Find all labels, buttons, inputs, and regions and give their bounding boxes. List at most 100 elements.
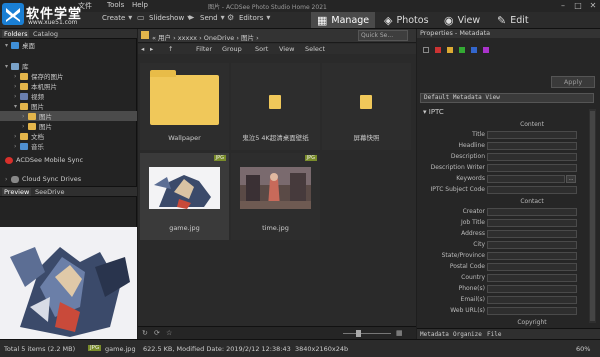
address-field[interactable] (487, 230, 577, 238)
folder-icon (20, 82, 28, 90)
label-checkbox[interactable] (423, 47, 429, 53)
purple-label-swatch[interactable] (483, 47, 489, 53)
view-menu[interactable]: View (279, 45, 294, 53)
tab-file[interactable]: File (487, 331, 501, 338)
job-title-field[interactable] (487, 219, 577, 227)
description-writer-field[interactable] (487, 164, 577, 172)
quick-search-input[interactable]: Quick Se... (358, 30, 408, 41)
refresh-icon[interactable]: ⟳ (154, 329, 160, 337)
iptc-subject-code-field[interactable] (487, 186, 577, 194)
maximize-icon[interactable]: □ (571, 0, 585, 11)
tab-organize[interactable]: Organize (453, 331, 482, 338)
grid-view-icon[interactable]: ▦ (396, 329, 403, 337)
thumbnail-item[interactable]: 鬼泣5 4K超清桌面壁纸 (231, 63, 320, 150)
description-field[interactable] (487, 153, 577, 161)
tree-item-library[interactable]: ▾ 库 (0, 61, 137, 71)
music-folder-icon (20, 142, 28, 150)
tree-item-pictures[interactable]: ▾ 图片 (0, 101, 137, 111)
tree-item-documents[interactable]: › 文档 (0, 131, 137, 141)
forward-icon[interactable]: ▸ (150, 45, 153, 53)
apply-button[interactable]: Apply (551, 76, 595, 88)
minimize-icon[interactable]: – (556, 0, 570, 11)
postal-code-field[interactable] (487, 263, 577, 271)
metadata-view-select[interactable]: Default Metadata View (420, 93, 594, 103)
tab-catalog[interactable]: Catalog (31, 30, 60, 38)
keywords-field[interactable] (487, 175, 565, 183)
country-field[interactable] (487, 274, 577, 282)
thumbnail-caption: 屏幕快照 (353, 134, 380, 142)
breadcrumb[interactable]: « 用户 › xxxxx › OneDrive › 图片 › (152, 32, 259, 42)
tab-photos[interactable]: ◈ Photos (378, 12, 435, 28)
tree-item-mobile-sync[interactable]: ACDSee Mobile Sync (0, 155, 137, 165)
creator-field[interactable] (487, 208, 577, 216)
tab-metadata[interactable]: Metadata (420, 331, 449, 338)
tree-item-music[interactable]: › 音乐 (0, 141, 137, 151)
title-field[interactable] (487, 131, 577, 139)
logo-icon (2, 3, 24, 25)
tree-label: 图片 (39, 113, 52, 121)
tree-label: 音乐 (31, 143, 44, 151)
headline-field[interactable] (487, 142, 577, 150)
field-label: Description (450, 153, 485, 160)
folder-icon (141, 31, 149, 39)
favorite-icon[interactable]: ☆ (166, 329, 172, 337)
tree-item-saved-pictures[interactable]: › 保存的图片 (0, 71, 137, 81)
field-label: Email(s) (460, 296, 485, 303)
tab-manage[interactable]: ▦ Manage (311, 12, 376, 28)
menu-help[interactable]: Help (132, 1, 148, 9)
green-label-swatch[interactable] (459, 47, 465, 53)
slider-handle[interactable] (356, 330, 361, 337)
thumbnail-item[interactable]: JPG game.jpg (140, 153, 229, 240)
scrollbar[interactable] (589, 109, 596, 323)
folder-icon (269, 95, 281, 109)
select-menu[interactable]: Select (305, 45, 325, 53)
tree-label: 库 (22, 63, 29, 71)
thumbnail-item[interactable]: JPG time.jpg (231, 153, 320, 240)
status-bar: Total 5 items (2.2 MB) JPG game.jpg 622.… (0, 339, 600, 357)
editors-button[interactable]: ⚙ Editors ▾ (227, 14, 275, 23)
close-icon[interactable]: ✕ (586, 0, 600, 11)
email-field[interactable] (487, 296, 577, 304)
phone-field[interactable] (487, 285, 577, 293)
state-field[interactable] (487, 252, 577, 260)
tab-edit[interactable]: ✎ Edit (491, 12, 535, 28)
sort-menu[interactable]: Sort (255, 45, 268, 53)
thumbnail-size-slider[interactable] (343, 333, 391, 334)
tree-item-videos[interactable]: › 视频 (0, 91, 137, 101)
send-button[interactable]: ➤ Send ▾ (188, 14, 230, 23)
rotate-icon[interactable]: ↻ (142, 329, 148, 337)
back-icon[interactable]: ◂ (141, 45, 144, 53)
filter-menu[interactable]: Filter (196, 45, 212, 53)
orange-label-swatch[interactable] (447, 47, 453, 53)
keywords-browse-button[interactable]: … (566, 175, 576, 183)
tree-item-desktop[interactable]: ▾ 桌面 (0, 40, 137, 50)
iptc-label: IPTC (428, 108, 444, 116)
city-field[interactable] (487, 241, 577, 249)
up-icon[interactable]: ↑ (168, 45, 173, 53)
folder-icon (20, 132, 28, 140)
watermark-logo: 软件学堂 www.xue51.com (0, 0, 118, 29)
create-button[interactable]: Create ▾ (102, 14, 137, 23)
group-menu[interactable]: Group (222, 45, 242, 53)
web-url-field[interactable] (487, 307, 577, 315)
tab-view[interactable]: ◉ View (438, 12, 486, 28)
thumbnail-item[interactable]: 屏幕快照 (322, 63, 411, 150)
tree-item-pictures-sub[interactable]: › 图片 (0, 111, 137, 121)
tree-item-cloud-sync[interactable]: › Cloud Sync Drives (0, 174, 137, 184)
thumbnail-item[interactable]: Wallpaper (140, 63, 229, 150)
group-title: Copyright (517, 319, 547, 326)
folder-icon (20, 102, 28, 110)
red-label-swatch[interactable] (435, 47, 441, 53)
blue-label-swatch[interactable] (471, 47, 477, 53)
tab-seedrive[interactable]: SeeDrive (33, 188, 66, 196)
iptc-section-header[interactable]: ▾ IPTC (423, 108, 444, 116)
scrollbar-thumb[interactable] (590, 111, 595, 321)
thumbnail-size-bar: ↻ ⟳ ☆ ▦ (138, 326, 416, 339)
tree-item-camera-roll[interactable]: › 本机照片 (0, 81, 137, 91)
tree-label: 图片 (31, 103, 44, 111)
zoom-level: 60% (576, 345, 591, 353)
tree-item-pictures-onedrive[interactable]: › 图片 (0, 121, 137, 131)
tab-preview[interactable]: Preview (2, 188, 32, 196)
folder-icon (360, 95, 372, 109)
tab-folders[interactable]: Folders (2, 30, 30, 38)
